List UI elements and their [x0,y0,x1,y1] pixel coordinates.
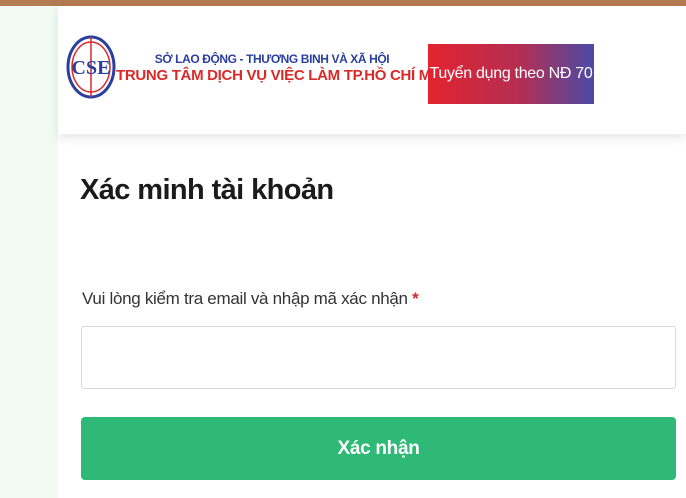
org-parent-label: SỞ LAO ĐỘNG - THƯƠNG BINH VÀ XÃ HỘI [154,52,390,66]
confirm-button[interactable]: Xác nhận [81,417,676,480]
logo-text: CSE [72,57,111,79]
page-title: Xác minh tài khoản [80,174,334,206]
verification-code-label: Vui lòng kiểm tra email và nhập mã xác n… [82,289,419,309]
recruitment-banner-link[interactable]: Tuyển dụng theo NĐ 70 [428,44,594,104]
site-header: CSE SỞ LAO ĐỘNG - THƯƠNG BINH VÀ XÃ HỘI … [58,6,686,134]
organization-name: SỞ LAO ĐỘNG - THƯƠNG BINH VÀ XÃ HỘI TRUN… [116,52,456,84]
verification-code-input[interactable] [81,326,676,389]
verification-code-label-text: Vui lòng kiểm tra email và nhập mã xác n… [82,289,408,308]
org-name-label: TRUNG TÂM DỊCH VỤ VIỆC LÀM TP.HỒ CHÍ MIN… [116,67,456,84]
cse-logo[interactable]: CSE [66,34,116,100]
required-asterisk: * [412,289,419,308]
page: CSE SỞ LAO ĐỘNG - THƯƠNG BINH VÀ XÃ HỘI … [58,6,686,498]
